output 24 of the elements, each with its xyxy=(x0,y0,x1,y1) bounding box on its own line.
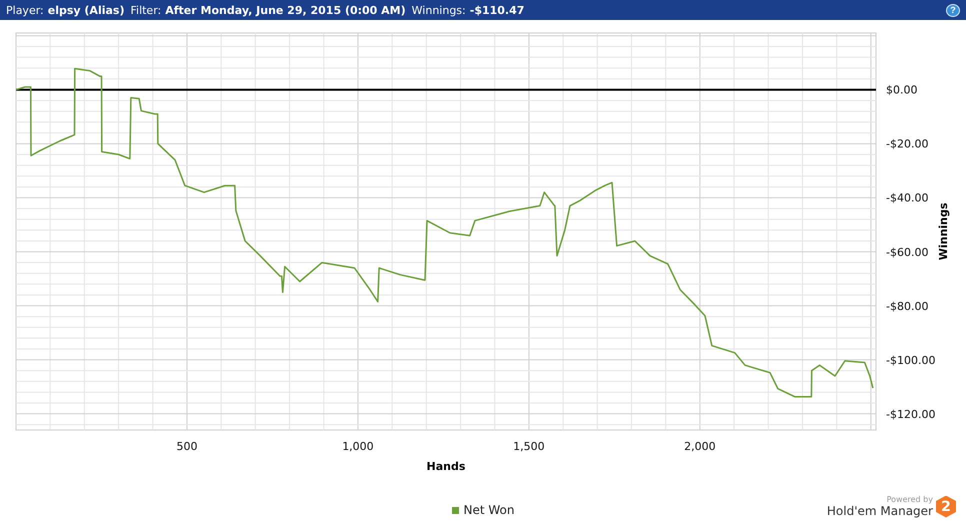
legend-label: Net Won xyxy=(464,503,514,517)
x-tick-label: 1,000 xyxy=(342,440,374,453)
filter-label: Filter: xyxy=(130,4,162,16)
winnings-label: Winnings: xyxy=(412,4,466,16)
x-tick-label: 1,500 xyxy=(513,440,545,453)
player-name: elpsy (Alias) xyxy=(48,4,124,16)
logo-badge: 2 xyxy=(936,496,956,518)
y-tick-label: $0.00 xyxy=(886,84,918,97)
powered-by-text: Powered by xyxy=(886,495,933,504)
x-tick-label: 500 xyxy=(176,440,198,453)
y-tick-label: -$40.00 xyxy=(886,192,928,205)
y-tick-label: -$100.00 xyxy=(886,354,936,367)
y-tick-label: -$80.00 xyxy=(886,300,928,313)
help-button[interactable]: ? xyxy=(946,4,960,16)
x-tick-label: 2,000 xyxy=(684,440,716,453)
winnings-value: -$110.47 xyxy=(470,4,524,16)
product-name: Hold'em Manager xyxy=(826,504,933,518)
y-tick-label: -$120.00 xyxy=(886,408,936,421)
x-axis-title: Hands xyxy=(426,460,466,473)
player-label: Player: xyxy=(6,4,44,16)
filter-value: After Monday, June 29, 2015 (0:00 AM) xyxy=(165,4,406,16)
y-axis-title: Winnings xyxy=(937,202,950,260)
y-tick-label: -$60.00 xyxy=(886,246,928,259)
y-tick-label: -$20.00 xyxy=(886,138,928,151)
